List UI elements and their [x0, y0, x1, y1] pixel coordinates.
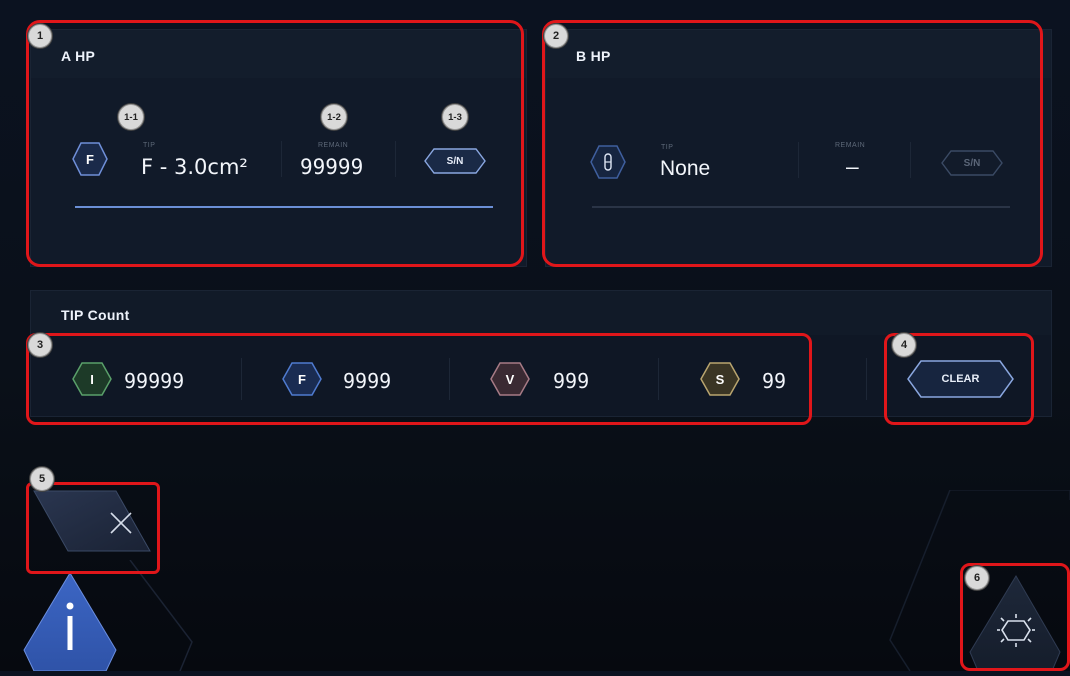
b-hp-tip-value: None — [660, 157, 711, 180]
a-hp-title: A HP — [61, 48, 96, 64]
close-button[interactable] — [30, 487, 154, 557]
close-icon — [33, 490, 151, 552]
annotation-badge-6: 6 — [965, 566, 989, 590]
a-hp-progress-bar — [75, 206, 493, 208]
annotation-badge-1-2: 1-2 — [321, 104, 347, 130]
a-hp-remain-value: 99999 — [300, 155, 364, 179]
a-hp-tip-value: F - 3.0cm² — [141, 155, 248, 179]
b-hp-sn-button[interactable]: S/N — [941, 150, 1003, 176]
a-hp-divider-1 — [281, 141, 282, 177]
tip-count-v-value: 999 — [553, 369, 590, 393]
tip-count-divider-4 — [866, 358, 867, 400]
a-hp-remain-label: REMAIN — [318, 142, 349, 149]
tip-count-v-icon: V — [490, 362, 530, 396]
annotation-badge-1: 1 — [28, 24, 52, 48]
a-hp-header — [31, 30, 526, 78]
b-hp-title: B HP — [576, 48, 611, 64]
tip-count-f-value: 9999 — [343, 369, 392, 393]
b-hp-divider-1 — [798, 142, 799, 178]
a-hp-sn-button[interactable]: S/N — [424, 148, 486, 174]
a-hp-divider-2 — [395, 141, 396, 177]
a-hp-tip-label: TIP — [143, 142, 156, 149]
b-hp-remain-label: REMAIN — [835, 142, 866, 149]
b-hp-tip-icon — [590, 145, 626, 179]
b-hp-divider-2 — [910, 142, 911, 178]
info-button[interactable] — [20, 570, 120, 672]
annotation-badge-3: 3 — [28, 333, 52, 357]
decor-left-outline — [129, 560, 193, 671]
annotation-badge-1-3: 1-3 — [442, 104, 468, 130]
annotation-badge-4: 4 — [892, 333, 916, 357]
b-hp-remain-value: – — [846, 155, 859, 179]
tip-count-divider-2 — [449, 358, 450, 400]
b-hp-header — [546, 30, 1051, 78]
b-hp-tip-label: TIP — [661, 144, 674, 151]
tip-count-i-icon: I — [72, 362, 112, 396]
a-hp-tip-icon: F — [72, 142, 108, 176]
annotation-badge-1-1: 1-1 — [118, 104, 144, 130]
clear-button-label: CLEAR — [941, 373, 980, 385]
annotation-badge-2: 2 — [544, 24, 568, 48]
clear-button[interactable]: CLEAR — [907, 360, 1014, 398]
a-hp-sn-label: S/N — [446, 155, 464, 167]
b-hp-sn-label: S/N — [963, 157, 981, 169]
tip-count-divider-1 — [241, 358, 242, 400]
tip-count-header — [31, 291, 1051, 335]
tip-count-v-letter: V — [505, 371, 515, 387]
tip-count-i-letter: I — [90, 371, 94, 387]
tip-count-divider-3 — [658, 358, 659, 400]
tip-count-title: TIP Count — [61, 307, 130, 323]
tip-count-f-icon: F — [282, 362, 322, 396]
tip-count-i-value: 99999 — [124, 369, 185, 393]
annotation-badge-5: 5 — [30, 467, 54, 491]
b-hp-progress-bar — [592, 206, 1010, 208]
tip-count-f-letter: F — [298, 371, 306, 387]
tip-count-s-value: 99 — [762, 369, 787, 393]
a-hp-tip-icon-letter: F — [86, 151, 94, 167]
info-icon — [23, 572, 117, 672]
tip-count-s-icon: S — [700, 362, 740, 396]
tip-count-s-letter: S — [715, 371, 725, 387]
